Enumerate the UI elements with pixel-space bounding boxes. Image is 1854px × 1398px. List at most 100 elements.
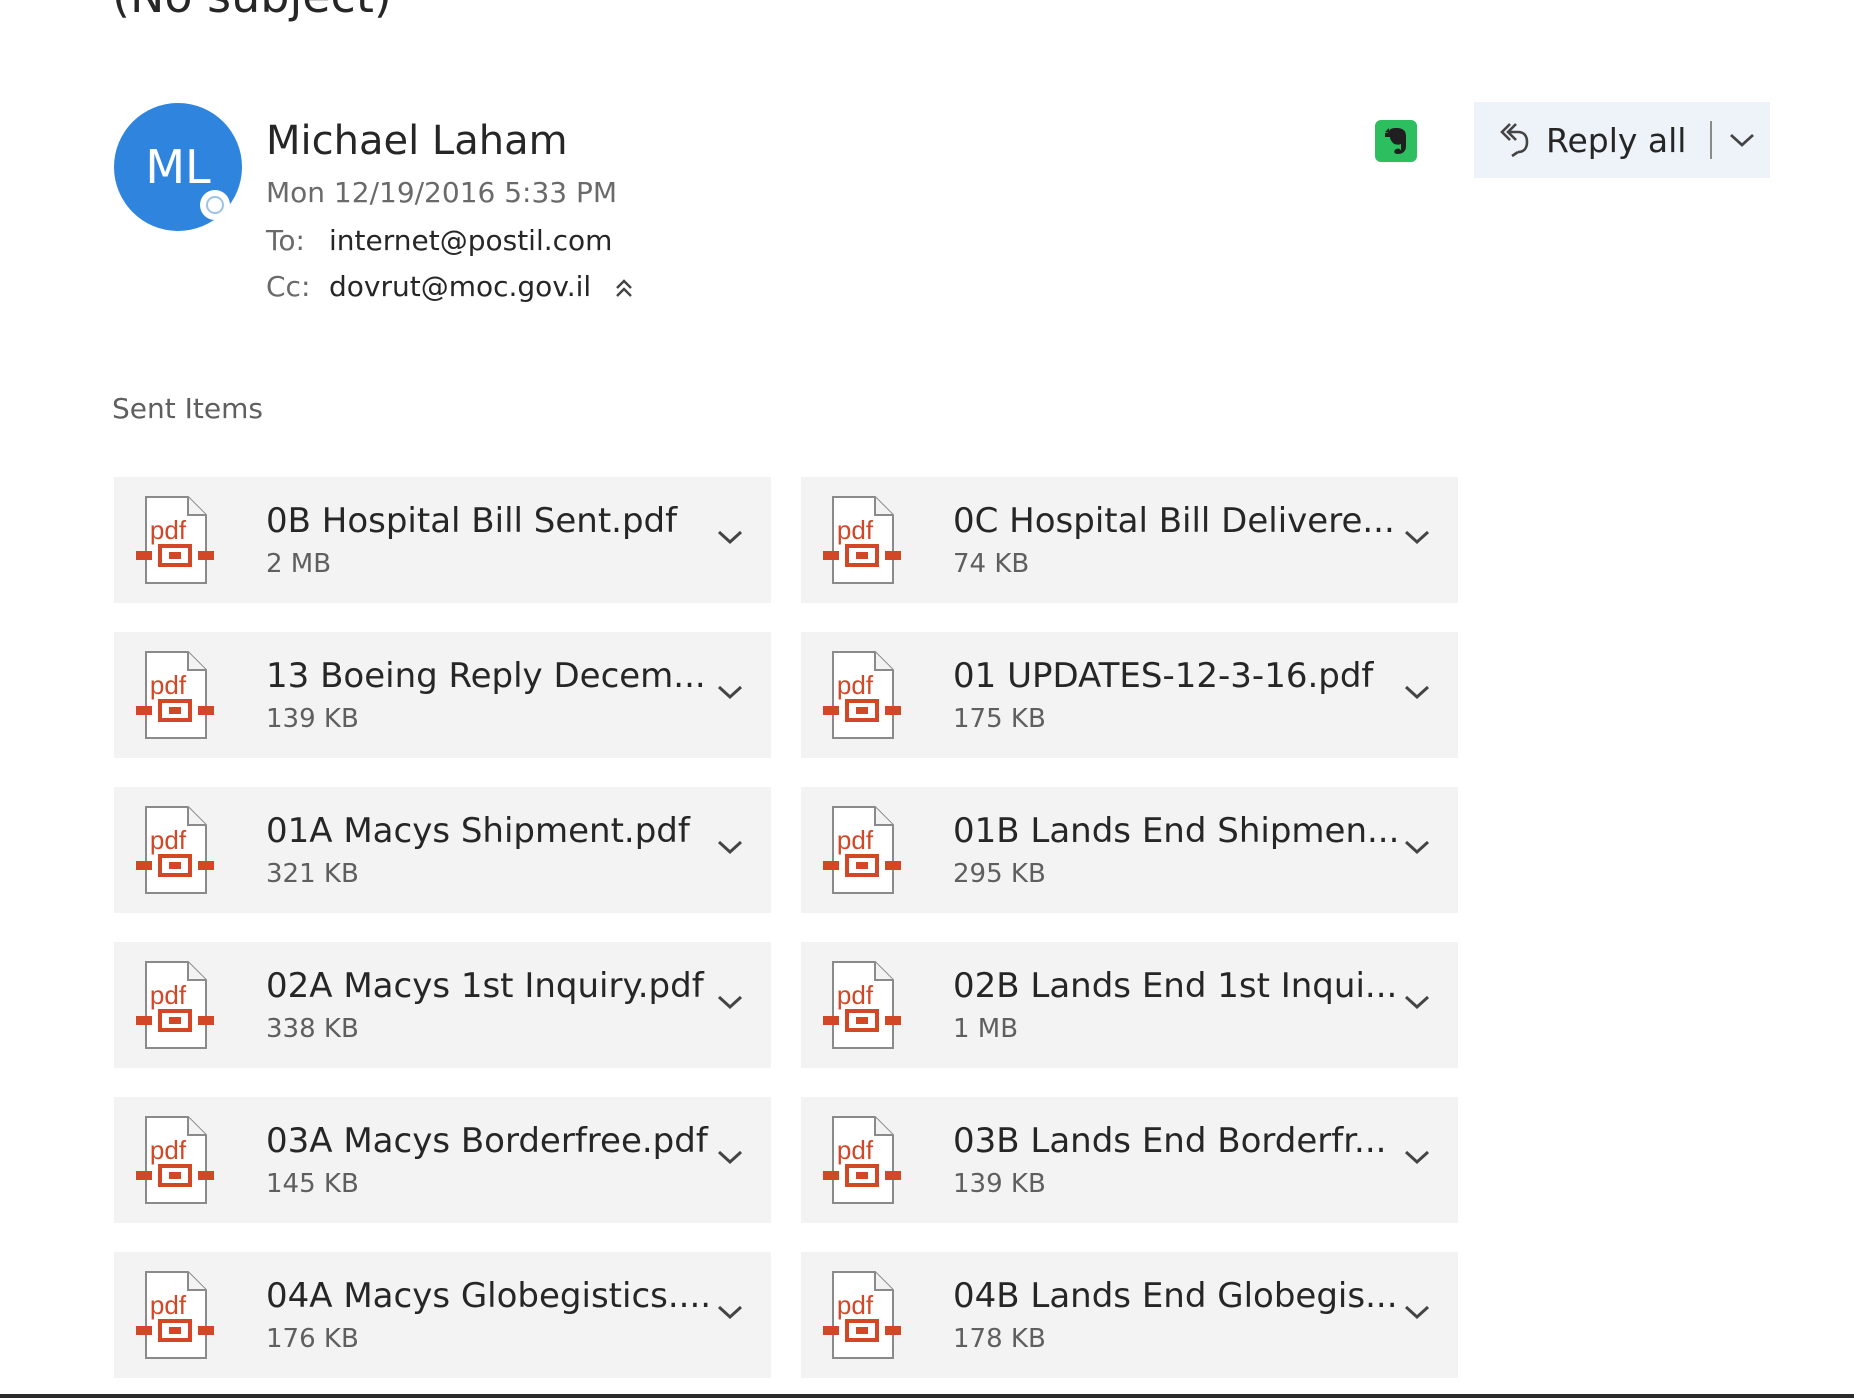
pdf-icon: pdf [136,1115,214,1205]
attachment-size: 139 KB [953,1169,1046,1199]
attachment-card[interactable]: pdf 04B Lands End Globegis... 178 KB [801,1252,1458,1378]
attachment-name: 02A Macys 1st Inquiry.pdf [266,966,704,1006]
chevron-down-icon [1730,133,1755,147]
attachment-name: 0C Hospital Bill Delivere... [953,501,1395,541]
svg-text:pdf: pdf [837,1135,874,1165]
chevron-down-icon [1403,528,1431,550]
attachment-menu-button[interactable] [712,831,748,867]
attachment-card[interactable]: pdf 0C Hospital Bill Delivere... 74 KB [801,477,1458,603]
chevron-down-icon [1403,993,1431,1015]
pdf-icon: pdf [823,650,901,740]
attachment-size: 145 KB [266,1169,359,1199]
attachment-card[interactable]: pdf 01B Lands End Shipmen... 295 KB [801,787,1458,913]
svg-text:pdf: pdf [150,1290,187,1320]
chevron-down-icon [716,528,744,550]
svg-text:pdf: pdf [150,670,187,700]
to-recipients-row: To: internet@postil.com [266,222,612,260]
attachment-card[interactable]: pdf 01 UPDATES-12-3-16.pdf 175 KB [801,632,1458,758]
attachment-card[interactable]: pdf 02B Lands End 1st Inqui... 1 MB [801,942,1458,1068]
pdf-icon: pdf [823,1115,901,1205]
chevron-down-icon [1403,1148,1431,1170]
presence-status-icon [200,190,230,220]
attachment-size: 139 KB [266,704,359,734]
svg-text:pdf: pdf [150,825,187,855]
collapse-recipients-icon[interactable] [613,274,635,300]
attachment-card[interactable]: pdf 03B Lands End Borderfr... 139 KB [801,1097,1458,1223]
reply-all-label: Reply all [1546,120,1687,160]
attachment-name: 01 UPDATES-12-3-16.pdf [953,656,1374,696]
attachment-menu-button[interactable] [712,676,748,712]
to-label: To: [266,224,305,257]
attachment-size: 295 KB [953,859,1046,889]
attachment-size: 175 KB [953,704,1046,734]
attachment-size: 2 MB [266,549,332,579]
sent-timestamp: Mon 12/19/2016 5:33 PM [266,176,618,209]
chevron-down-icon [716,993,744,1015]
pdf-icon: pdf [823,960,901,1050]
pdf-icon: pdf [136,960,214,1050]
svg-text:pdf: pdf [150,980,187,1010]
chevron-down-icon [1403,1303,1431,1325]
attachment-menu-button[interactable] [712,521,748,557]
svg-text:pdf: pdf [837,670,874,700]
attachment-card[interactable]: pdf 03A Macys Borderfree.pdf 145 KB [114,1097,771,1223]
cc-label: Cc: [266,270,311,303]
reply-all-button[interactable]: Reply all [1474,102,1686,178]
attachment-menu-button[interactable] [712,1296,748,1332]
attachment-name: 02B Lands End 1st Inqui... [953,966,1398,1006]
pdf-icon: pdf [823,495,901,585]
attachment-menu-button[interactable] [1399,521,1435,557]
attachment-size: 176 KB [266,1324,359,1354]
attachment-card[interactable]: pdf 04A Macys Globegistics.... 176 KB [114,1252,771,1378]
attachment-menu-button[interactable] [1399,831,1435,867]
svg-text:pdf: pdf [150,515,187,545]
attachment-size: 321 KB [266,859,359,889]
attachment-menu-button[interactable] [1399,676,1435,712]
chevron-down-icon [716,1148,744,1170]
chevron-down-icon [1403,683,1431,705]
cc-recipients-row: Cc: dovrut@moc.gov.il [266,268,635,306]
attachment-size: 338 KB [266,1014,359,1044]
attachment-menu-button[interactable] [1399,1296,1435,1332]
attachment-name: 04B Lands End Globegis... [953,1276,1398,1316]
folder-label[interactable]: Sent Items [112,390,263,428]
message-subject: (No subject) [112,0,392,26]
svg-text:pdf: pdf [837,1290,874,1320]
attachment-name: 04A Macys Globegistics.... [266,1276,712,1316]
button-divider [1710,121,1713,159]
attachment-menu-button[interactable] [1399,986,1435,1022]
attachment-card[interactable]: pdf 02A Macys 1st Inquiry.pdf 338 KB [114,942,771,1068]
attachment-card[interactable]: pdf 13 Boeing Reply Decem... 139 KB [114,632,771,758]
attachment-size: 1 MB [953,1014,1019,1044]
pdf-icon: pdf [823,805,901,895]
evernote-icon[interactable] [1375,120,1417,162]
attachment-size: 74 KB [953,549,1030,579]
attachment-name: 13 Boeing Reply Decem... [266,656,706,696]
chevron-down-icon [716,683,744,705]
reply-all-button-group: Reply all [1474,102,1770,178]
pdf-icon: pdf [136,805,214,895]
attachment-name: 0B Hospital Bill Sent.pdf [266,501,678,541]
sender-name[interactable]: Michael Laham [266,116,568,166]
pdf-icon: pdf [136,495,214,585]
pdf-icon: pdf [823,1270,901,1360]
reply-options-dropdown[interactable] [1720,102,1764,178]
chevron-down-icon [1403,838,1431,860]
svg-text:pdf: pdf [837,980,874,1010]
attachment-name: 01B Lands End Shipmen... [953,811,1400,851]
to-recipient[interactable]: internet@postil.com [329,222,612,260]
cc-recipient[interactable]: dovrut@moc.gov.il [329,268,591,306]
window-bottom-edge [0,1394,1854,1398]
attachment-menu-button[interactable] [712,986,748,1022]
svg-text:pdf: pdf [837,825,874,855]
attachment-size: 178 KB [953,1324,1046,1354]
attachment-name: 03B Lands End Borderfr... [953,1121,1387,1161]
attachment-card[interactable]: pdf 0B Hospital Bill Sent.pdf 2 MB [114,477,771,603]
attachment-name: 03A Macys Borderfree.pdf [266,1121,708,1161]
chevron-down-icon [716,838,744,860]
attachment-menu-button[interactable] [1399,1141,1435,1177]
attachment-card[interactable]: pdf 01A Macys Shipment.pdf 321 KB [114,787,771,913]
attachment-menu-button[interactable] [712,1141,748,1177]
svg-text:pdf: pdf [837,515,874,545]
pdf-icon: pdf [136,1270,214,1360]
